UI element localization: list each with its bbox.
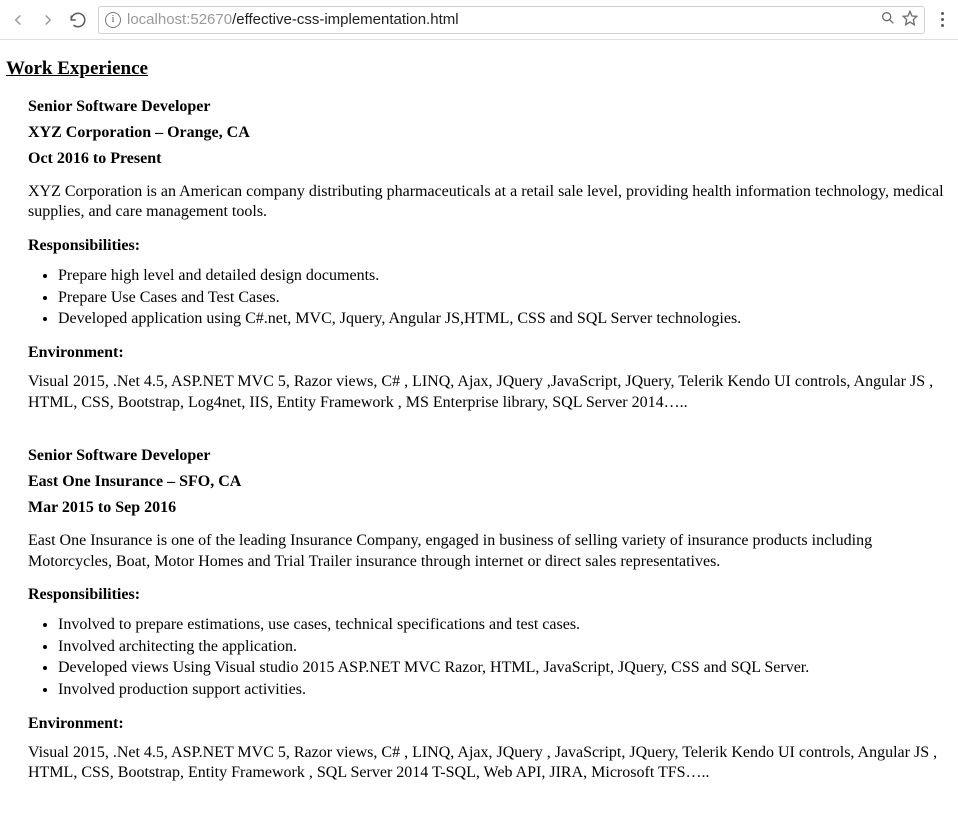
environment-text: Visual 2015, .Net 4.5, ASP.NET MVC 5, Ra… [28, 743, 952, 785]
title: Senior Software Developer [28, 447, 952, 465]
address-bar[interactable]: i localhost:52670/effective-css-implemen… [98, 6, 925, 34]
browser-menu-button[interactable] [935, 12, 950, 27]
url-path: /effective-css-implementation.html [232, 11, 458, 28]
dates: Oct 2016 to Present [28, 150, 952, 168]
section-heading: Work Experience [6, 58, 952, 80]
list-item: Prepare Use Cases and Test Cases. [58, 287, 952, 309]
list-item: Involved to prepare estimations, use cas… [58, 614, 952, 636]
company: XYZ Corporation – Orange, CA [28, 124, 952, 142]
environment-heading: Environment: [28, 715, 952, 733]
job-entry: Senior Software Developer East One Insura… [28, 447, 952, 784]
environment-heading: Environment: [28, 344, 952, 362]
back-button[interactable] [8, 10, 28, 30]
zoom-icon[interactable] [880, 10, 896, 29]
job-entry: Senior Software Developer XYZ Corporation… [28, 98, 952, 413]
url-port: :52670 [186, 11, 232, 28]
company: East One Insurance – SFO, CA [28, 473, 952, 491]
url-text: localhost:52670/effective-css-implementa… [127, 11, 874, 28]
bookmark-star-icon[interactable] [902, 10, 918, 29]
url-host: localhost [127, 11, 186, 28]
responsibilities-list: Prepare high level and detailed design d… [28, 265, 952, 330]
list-item: Prepare high level and detailed design d… [58, 265, 952, 287]
responsibilities-list: Involved to prepare estimations, use cas… [28, 614, 952, 700]
dates: Mar 2015 to Sep 2016 [28, 499, 952, 517]
desc: XYZ Corporation is an American company d… [28, 182, 952, 223]
environment-text: Visual 2015, .Net 4.5, ASP.NET MVC 5, Ra… [28, 372, 952, 414]
desc: East One Insurance is one of the leading… [28, 531, 952, 572]
browser-toolbar: i localhost:52670/effective-css-implemen… [0, 0, 958, 40]
site-info-icon[interactable]: i [105, 12, 121, 28]
forward-button[interactable] [38, 10, 58, 30]
list-item: Developed views Using Visual studio 2015… [58, 657, 952, 679]
list-item: Involved architecting the application. [58, 636, 952, 658]
responsibilities-heading: Responsibilities: [28, 586, 952, 604]
list-item: Developed application using C#.net, MVC,… [58, 308, 952, 330]
responsibilities-heading: Responsibilities: [28, 237, 952, 255]
title: Senior Software Developer [28, 98, 952, 116]
jobs-list: Senior Software Developer XYZ Corporation… [6, 98, 952, 784]
list-item: Involved production support activities. [58, 679, 952, 701]
page-body: Work Experience Senior Software Develope… [0, 40, 958, 828]
reload-button[interactable] [68, 10, 88, 30]
